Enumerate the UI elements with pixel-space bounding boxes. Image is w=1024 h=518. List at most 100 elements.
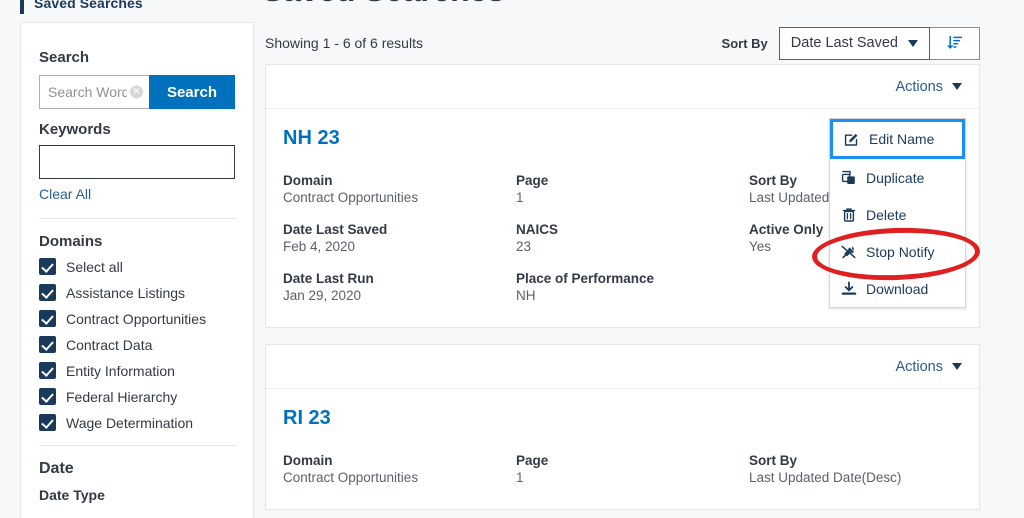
menu-item-delete[interactable]: Delete	[830, 196, 965, 233]
domain-checkbox-select-all[interactable]: Select all	[39, 258, 235, 275]
menu-item-edit-name[interactable]: Edit Name	[830, 119, 965, 159]
meta-value: Last Updated Date(Desc)	[749, 470, 902, 485]
search-section-heading: Search	[39, 49, 90, 66]
checkbox-checked-icon[interactable]	[39, 362, 56, 379]
domain-checkbox-contract-data[interactable]: Contract Data	[39, 336, 235, 353]
card-body: RI 23 Domain Contract Opportunities Page…	[266, 389, 979, 509]
results-count: Showing 1 - 6 of 6 results	[265, 35, 423, 51]
results-toolbar: Showing 1 - 6 of 6 results Sort By Date …	[265, 22, 980, 64]
meta-field: Place of Performance NH	[516, 270, 749, 305]
sort-by-select[interactable]: Date Last Saved	[778, 26, 930, 60]
domain-label: Federal Hierarchy	[66, 388, 178, 405]
keywords-input[interactable]	[39, 145, 235, 179]
saved-searches-page: Saved Searches Saved Searches Search ✕ S…	[0, 0, 1024, 518]
card-header: Actions	[266, 65, 979, 109]
meta-field: Domain Contract Opportunities	[283, 172, 516, 207]
checkbox-checked-icon[interactable]	[39, 414, 56, 431]
meta-key: Date Last Saved	[283, 222, 388, 237]
page-title: Saved Searches	[262, 0, 505, 9]
domain-label: Contract Data	[66, 336, 153, 353]
meta-field: Date Last Saved Feb 4, 2020	[283, 221, 516, 256]
domain-label: Wage Determination	[66, 414, 194, 431]
checkbox-checked-icon[interactable]	[39, 258, 56, 275]
sidebar-divider-1	[39, 218, 235, 219]
search-row: ✕ Search	[39, 75, 235, 109]
date-section-heading: Date	[39, 460, 74, 477]
breadcrumb-saved-searches[interactable]: Saved Searches	[20, 0, 143, 14]
meta-key: Domain	[283, 173, 333, 188]
chevron-down-icon	[952, 83, 962, 90]
meta-value: Contract Opportunities	[283, 190, 419, 205]
sidebar-divider-2	[39, 445, 235, 446]
meta-key: Place of Performance	[516, 271, 655, 286]
meta-value: NH	[516, 288, 536, 303]
domain-checkbox-assistance-listings[interactable]: Assistance Listings	[39, 284, 235, 301]
meta-field: Page 1	[516, 452, 749, 487]
meta-field: Date Last Run Jan 29, 2020	[283, 270, 516, 305]
meta-field: Page 1	[516, 172, 749, 207]
checkbox-checked-icon[interactable]	[39, 310, 56, 327]
sort-by-value: Date Last Saved	[790, 35, 898, 51]
active-nav-indicator	[20, 0, 24, 14]
actions-dropdown-trigger[interactable]: Actions	[895, 359, 962, 375]
meta-key: Page	[516, 173, 549, 188]
domain-label: Select all	[66, 258, 123, 275]
actions-dropdown-trigger[interactable]: Actions	[895, 79, 962, 95]
meta-value: Contract Opportunities	[283, 470, 419, 485]
trash-can-icon	[842, 207, 856, 222]
menu-item-download[interactable]: Download	[830, 270, 965, 307]
menu-item-label: Duplicate	[866, 169, 925, 186]
meta-key: Page	[516, 453, 549, 468]
card-header: Actions	[266, 345, 979, 389]
meta-value: 1	[516, 470, 524, 485]
meta-field: Domain Contract Opportunities	[283, 452, 516, 487]
domain-checkbox-contract-opportunities[interactable]: Contract Opportunities	[39, 310, 235, 327]
checkbox-checked-icon[interactable]	[39, 388, 56, 405]
menu-item-stop-notify[interactable]: Stop Notify	[830, 233, 965, 270]
saved-search-title-link[interactable]: RI 23	[283, 407, 331, 430]
sort-direction-button[interactable]	[930, 26, 980, 60]
checkbox-checked-icon[interactable]	[39, 284, 56, 301]
meta-field: Sort By Last Updated Date(Desc)	[749, 452, 962, 487]
keywords-heading: Keywords	[39, 121, 111, 138]
download-arrow-icon	[841, 281, 857, 295]
meta-key: Sort By	[749, 453, 798, 468]
checkbox-checked-icon[interactable]	[39, 336, 56, 353]
domain-checkbox-entity-information[interactable]: Entity Information	[39, 362, 235, 379]
sort-group: Date Last Saved	[778, 26, 980, 60]
nav-item-label: Saved Searches	[34, 0, 143, 11]
card-meta-grid: Domain Contract Opportunities Page 1 Sor…	[283, 452, 962, 487]
saved-search-title-link[interactable]: NH 23	[283, 127, 340, 150]
domain-checkbox-wage-determination[interactable]: Wage Determination	[39, 414, 235, 431]
edit-pencil-icon	[844, 133, 858, 146]
date-type-label: Date Type	[39, 487, 105, 503]
chevron-down-icon	[908, 39, 918, 47]
actions-label: Actions	[895, 78, 943, 95]
menu-item-label: Stop Notify	[866, 243, 935, 260]
meta-value: Jan 29, 2020	[283, 288, 362, 303]
sort-by-label: Sort By	[721, 35, 768, 51]
domains-heading: Domains	[39, 233, 103, 250]
menu-item-label: Delete	[866, 206, 907, 223]
sort-controls: Sort By Date Last Saved	[721, 26, 980, 60]
menu-item-duplicate[interactable]: Duplicate	[830, 159, 965, 196]
meta-field: NAICS 23	[516, 221, 749, 256]
menu-item-label: Download	[866, 280, 929, 297]
domain-label: Assistance Listings	[66, 284, 186, 301]
meta-value: Feb 4, 2020	[283, 239, 356, 254]
search-button[interactable]: Search	[148, 75, 235, 109]
meta-value: 1	[516, 190, 524, 205]
clear-circle-icon[interactable]: ✕	[129, 85, 143, 99]
filters-sidebar: Search ✕ Search Keywords Clear All Domai…	[20, 22, 254, 518]
domain-checkbox-federal-hierarchy[interactable]: Federal Hierarchy	[39, 388, 235, 405]
domain-label: Contract Opportunities	[66, 310, 207, 327]
saved-search-card: Actions RI 23 Domain Contract Opportunit…	[265, 344, 980, 510]
actions-dropdown-menu: Edit Name Duplicate Delete Stop Notify D…	[829, 118, 966, 308]
menu-item-label: Edit Name	[869, 131, 935, 147]
meta-key: Date Last Run	[283, 271, 374, 286]
bell-slash-notify-icon	[841, 245, 856, 258]
meta-value: 23	[516, 239, 532, 254]
clear-all-link[interactable]: Clear All	[39, 186, 91, 202]
meta-key: Domain	[283, 453, 333, 468]
search-input-wrapper: ✕	[39, 75, 149, 109]
